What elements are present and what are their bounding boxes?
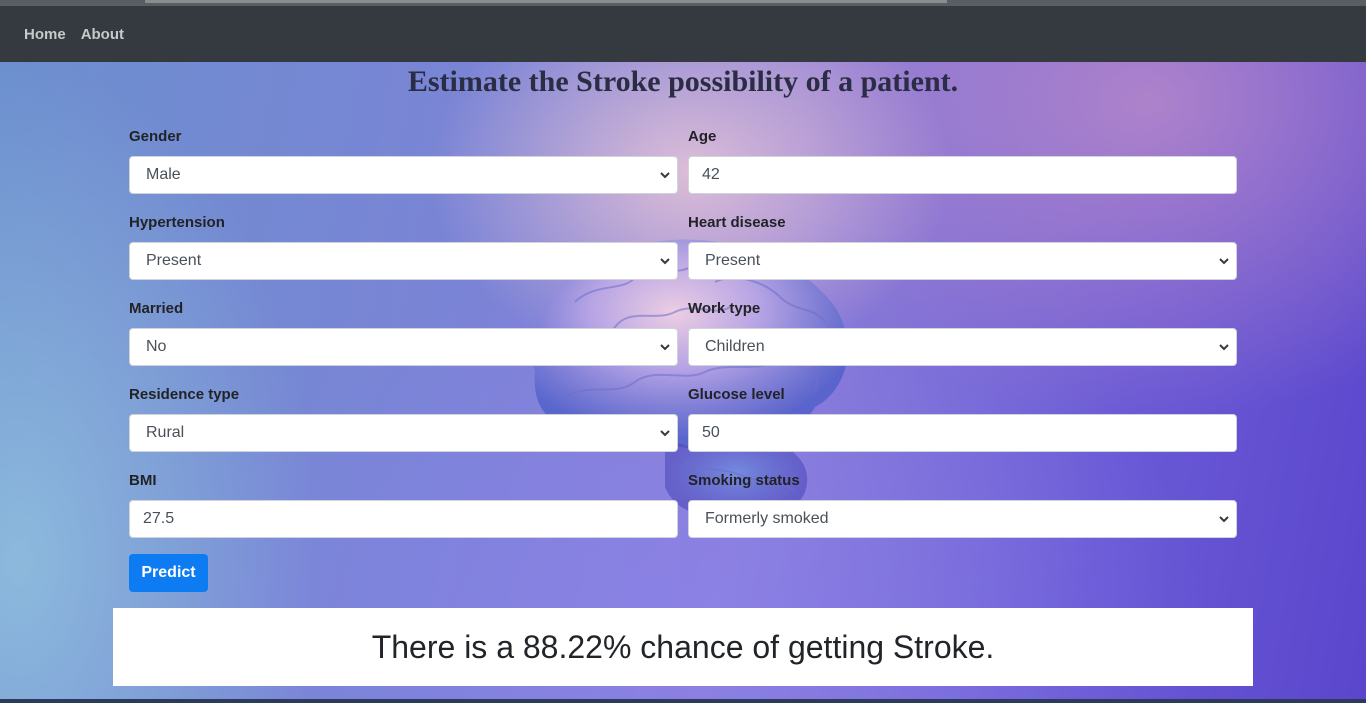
smoking-status-select[interactable]: Formerly smoked <box>688 500 1237 538</box>
chevron-down-icon <box>660 430 670 437</box>
glucose-level-input[interactable]: 50 <box>688 414 1237 452</box>
bmi-input-value: 27.5 <box>143 510 175 527</box>
married-label: Married <box>129 300 184 317</box>
navbar: Home About <box>0 6 1366 62</box>
hypertension-select[interactable]: Present <box>129 242 678 280</box>
work-type-label: Work type <box>688 300 761 317</box>
chevron-down-icon <box>660 172 670 179</box>
gender-label: Gender <box>129 128 182 145</box>
bmi-label: BMI <box>129 472 157 489</box>
age-input-value: 42 <box>702 166 720 183</box>
chevron-down-icon <box>1219 516 1229 523</box>
chevron-down-icon <box>660 258 670 265</box>
glucose-level-label: Glucose level <box>688 386 785 403</box>
smoking-status-label: Smoking status <box>688 472 800 489</box>
result-text: There is a 88.22% chance of getting Stro… <box>371 628 995 665</box>
page-title: Estimate the Stroke possibility of a pat… <box>407 65 959 98</box>
heart-disease-label: Heart disease <box>688 214 786 231</box>
age-input[interactable]: 42 <box>688 156 1237 194</box>
work-type-select[interactable]: Children <box>688 328 1237 366</box>
heart-disease-select-value: Present <box>705 252 761 269</box>
result-panel: There is a 88.22% chance of getting Stro… <box>113 608 1253 686</box>
taskbar-edge <box>0 699 1366 703</box>
bmi-input[interactable]: 27.5 <box>129 500 678 538</box>
nav-about-link[interactable]: About <box>81 26 124 43</box>
gender-select-value: Male <box>146 166 181 183</box>
hypertension-select-value: Present <box>146 252 202 269</box>
married-select-value: No <box>146 338 167 355</box>
smoking-status-select-value: Formerly smoked <box>705 510 829 527</box>
chevron-down-icon <box>1219 344 1229 351</box>
heart-disease-select[interactable]: Present <box>688 242 1237 280</box>
gender-select[interactable]: Male <box>129 156 678 194</box>
married-select[interactable]: No <box>129 328 678 366</box>
nav-home-link[interactable]: Home <box>24 26 66 43</box>
residence-type-select[interactable]: Rural <box>129 414 678 452</box>
glucose-level-input-value: 50 <box>702 424 720 441</box>
residence-type-select-value: Rural <box>146 424 185 441</box>
hypertension-label: Hypertension <box>129 214 225 231</box>
browser-tab-edge <box>145 0 947 3</box>
chevron-down-icon <box>1219 258 1229 265</box>
residence-type-label: Residence type <box>129 386 240 403</box>
age-label: Age <box>688 128 717 145</box>
chevron-down-icon <box>660 344 670 351</box>
work-type-select-value: Children <box>705 338 765 355</box>
predict-button[interactable]: Predict <box>129 554 208 592</box>
